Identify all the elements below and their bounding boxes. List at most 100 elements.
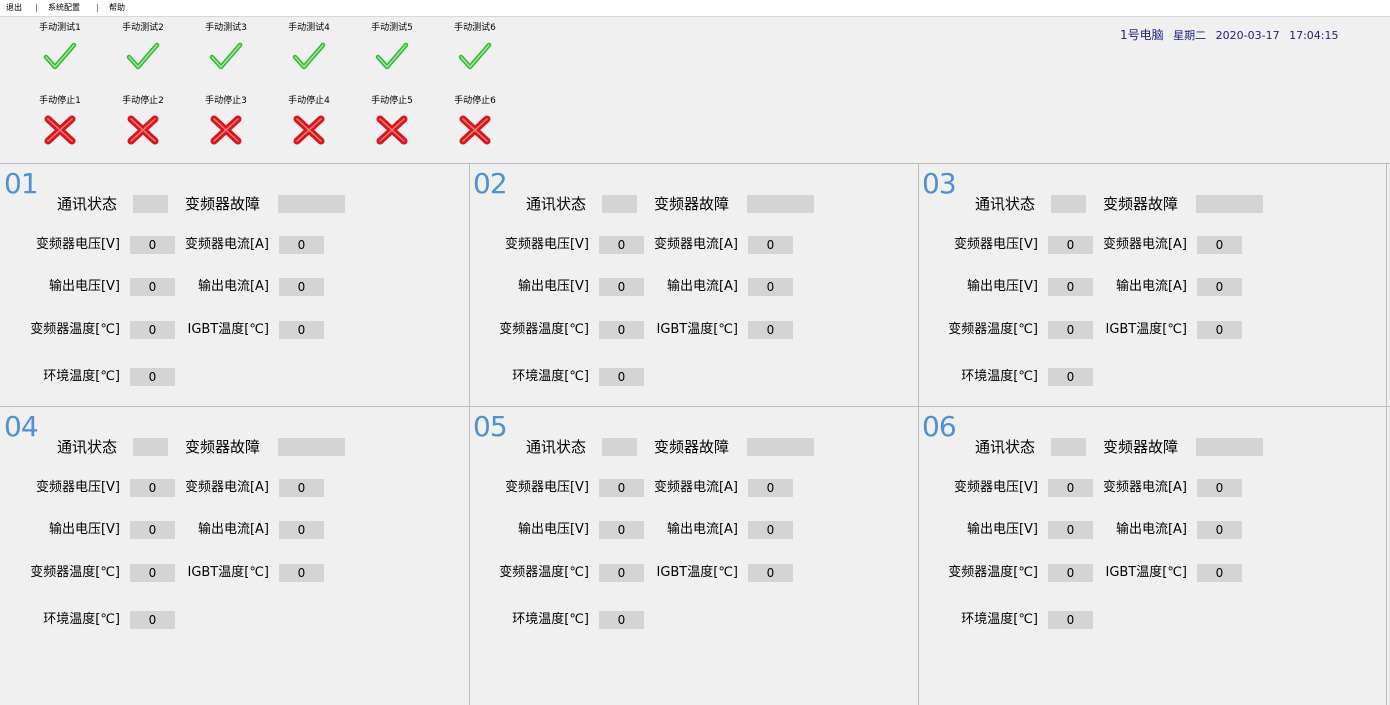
- comm-status-value: [602, 195, 637, 213]
- out-voltage-label: 输出电压[V]: [517, 279, 589, 294]
- manual-stop-button-2[interactable]: 手动停止2: [113, 95, 173, 149]
- igbt-temp-value: 0: [279, 564, 324, 582]
- vfd-current-label: 变频器电流[A]: [1102, 480, 1187, 495]
- manual-test-label: 手动测试5: [371, 23, 413, 33]
- vfd-current-label: 变频器电流[A]: [1102, 237, 1187, 252]
- manual-stop-label: 手动停止6: [454, 96, 496, 106]
- vfd-current-label: 变频器电流[A]: [184, 237, 269, 252]
- vfd-temp-label: 变频器温度[℃]: [948, 322, 1038, 337]
- out-voltage-value: 0: [130, 278, 175, 296]
- vfd-current-label: 变频器电流[A]: [653, 480, 738, 495]
- check-icon[interactable]: [445, 42, 505, 76]
- vfd-voltage-value: 0: [599, 236, 644, 254]
- cross-icon[interactable]: [30, 115, 90, 149]
- vfd-temp-value: 0: [130, 564, 175, 582]
- vfd-temp-value: 0: [130, 321, 175, 339]
- menu-help[interactable]: 帮助: [109, 0, 125, 16]
- cross-icon[interactable]: [279, 115, 339, 149]
- panel-number: 03: [922, 167, 957, 200]
- vfd-fault-value: [278, 195, 345, 213]
- date: 2020-03-17: [1215, 29, 1280, 42]
- igbt-temp-label: IGBT温度[℃]: [656, 565, 738, 580]
- out-current-value: 0: [748, 521, 793, 539]
- inverter-panel-01: 01 通讯状态 变频器故障 变频器电压[V] 0 变频器电流[A] 0 输出电压[V] 0 输出电…: [0, 165, 468, 406]
- out-voltage-value: 0: [599, 521, 644, 539]
- manual-stop-button-5[interactable]: 手动停止5: [362, 95, 422, 149]
- vfd-voltage-value: 0: [1048, 479, 1093, 497]
- cross-icon[interactable]: [362, 115, 422, 149]
- cross-icon[interactable]: [113, 115, 173, 149]
- manual-test-button-2[interactable]: 手动测试2: [113, 22, 173, 76]
- vfd-fault-value: [278, 438, 345, 456]
- vfd-temp-value: 0: [1048, 321, 1093, 339]
- vfd-fault-value: [747, 438, 814, 456]
- vfd-fault-label: 变频器故障: [653, 195, 729, 213]
- out-current-value: 0: [1197, 278, 1242, 296]
- env-temp-value: 0: [130, 611, 175, 629]
- comm-status-value: [1051, 195, 1086, 213]
- comm-status-label: 通讯状态: [974, 438, 1035, 456]
- igbt-temp-value: 0: [1197, 564, 1242, 582]
- menu-system-config[interactable]: 系统配置: [48, 0, 80, 16]
- manual-test-label: 手动测试2: [122, 23, 164, 33]
- vfd-current-label: 变频器电流[A]: [184, 480, 269, 495]
- panel-number: 05: [473, 410, 508, 443]
- menu-separator: [97, 4, 98, 12]
- comm-status-value: [602, 438, 637, 456]
- vfd-temp-label: 变频器温度[℃]: [30, 322, 120, 337]
- out-voltage-value: 0: [599, 278, 644, 296]
- divider: [469, 164, 470, 705]
- manual-test-button-5[interactable]: 手动测试5: [362, 22, 422, 76]
- out-current-value: 0: [279, 521, 324, 539]
- manual-stop-button-3[interactable]: 手动停止3: [196, 95, 256, 149]
- env-temp-value: 0: [1048, 368, 1093, 386]
- check-icon[interactable]: [362, 42, 422, 76]
- divider: [918, 164, 919, 705]
- out-current-label: 输出电流[A]: [1115, 522, 1187, 537]
- vfd-temp-label: 变频器温度[℃]: [948, 565, 1038, 580]
- weekday: 星期二: [1173, 29, 1207, 42]
- env-temp-label: 环境温度[℃]: [961, 612, 1038, 627]
- igbt-temp-value: 0: [748, 564, 793, 582]
- manual-test-button-1[interactable]: 手动测试1: [30, 22, 90, 76]
- vfd-voltage-value: 0: [599, 479, 644, 497]
- check-icon[interactable]: [30, 42, 90, 76]
- env-temp-label: 环境温度[℃]: [43, 612, 120, 627]
- check-icon[interactable]: [279, 42, 339, 76]
- vfd-temp-label: 变频器温度[℃]: [30, 565, 120, 580]
- computer-name: 1号电脑: [1120, 28, 1164, 42]
- manual-test-button-6[interactable]: 手动测试6: [445, 22, 505, 76]
- check-icon[interactable]: [196, 42, 256, 76]
- cross-icon[interactable]: [445, 115, 505, 149]
- out-voltage-value: 0: [130, 521, 175, 539]
- cross-icon[interactable]: [196, 115, 256, 149]
- manual-test-button-3[interactable]: 手动测试3: [196, 22, 256, 76]
- manual-stop-label: 手动停止1: [39, 96, 81, 106]
- manual-stop-button-1[interactable]: 手动停止1: [30, 95, 90, 149]
- vfd-temp-value: 0: [599, 321, 644, 339]
- panel-number: 01: [4, 167, 39, 200]
- out-current-label: 输出电流[A]: [666, 279, 738, 294]
- comm-status-value: [1051, 438, 1086, 456]
- manual-stop-button-4[interactable]: 手动停止4: [279, 95, 339, 149]
- vfd-fault-label: 变频器故障: [1102, 438, 1178, 456]
- comm-status-value: [133, 195, 168, 213]
- manual-test-button-4[interactable]: 手动测试4: [279, 22, 339, 76]
- vfd-voltage-label: 变频器电压[V]: [504, 480, 589, 495]
- out-current-label: 输出电流[A]: [197, 522, 269, 537]
- env-temp-value: 0: [1048, 611, 1093, 629]
- comm-status-label: 通讯状态: [525, 438, 586, 456]
- vfd-temp-value: 0: [1048, 564, 1093, 582]
- igbt-temp-label: IGBT温度[℃]: [187, 322, 269, 337]
- check-icon[interactable]: [113, 42, 173, 76]
- menu-exit[interactable]: 退出: [6, 0, 22, 16]
- panel-number: 04: [4, 410, 39, 443]
- manual-stop-button-6[interactable]: 手动停止6: [445, 95, 505, 149]
- igbt-temp-value: 0: [748, 321, 793, 339]
- vfd-temp-label: 变频器温度[℃]: [499, 322, 589, 337]
- vfd-temp-label: 变频器温度[℃]: [499, 565, 589, 580]
- vfd-current-value: 0: [748, 236, 793, 254]
- vfd-voltage-value: 0: [130, 479, 175, 497]
- out-voltage-label: 输出电压[V]: [517, 522, 589, 537]
- igbt-temp-value: 0: [1197, 321, 1242, 339]
